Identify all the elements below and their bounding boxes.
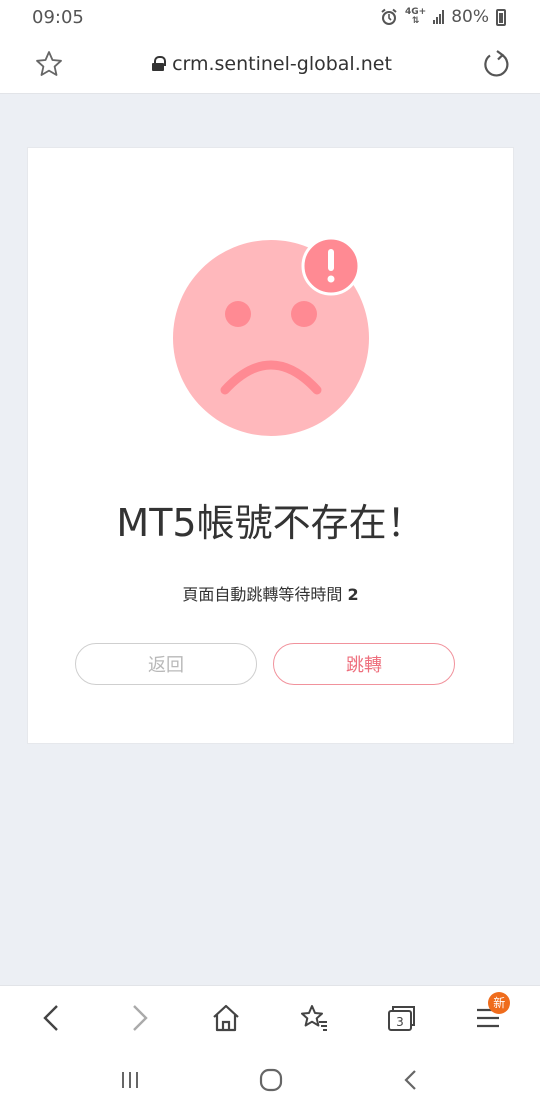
star-icon[interactable]	[34, 49, 64, 79]
redirect-button[interactable]: 跳轉	[273, 643, 455, 685]
sad-face-illustration	[173, 236, 373, 440]
status-bar: 09:05 4G+ ⇅ 80%	[0, 0, 540, 34]
alert-icon	[301, 236, 361, 296]
error-title: MT5帳號不存在！	[116, 501, 425, 545]
nav-forward-button[interactable]	[109, 988, 169, 1048]
signal-icon	[433, 10, 445, 24]
network-type: 4G+	[405, 7, 427, 17]
lock-icon	[152, 56, 167, 71]
nav-bookmarks-button[interactable]	[284, 988, 344, 1048]
countdown-value: 2	[347, 585, 359, 604]
url-text: crm.sentinel-global.net	[172, 52, 392, 75]
tabs-icon: 3	[387, 1005, 415, 1031]
bookmarks-icon	[300, 1004, 327, 1031]
back-button[interactable]: 返回	[75, 643, 257, 685]
network-icon: 4G+ ⇅	[405, 7, 427, 26]
alarm-icon	[381, 8, 397, 25]
nav-menu-button[interactable]: 新	[458, 988, 518, 1048]
reload-icon[interactable]	[480, 48, 512, 80]
nav-tabs-button[interactable]: 3	[371, 988, 431, 1048]
url-field[interactable]: crm.sentinel-global.net	[152, 53, 392, 75]
browser-address-bar: crm.sentinel-global.net	[0, 34, 540, 94]
forward-icon	[133, 1004, 148, 1031]
tabs-count: 3	[396, 1015, 404, 1029]
recents-icon[interactable]	[118, 1068, 142, 1092]
battery-icon	[496, 8, 506, 26]
back-chevron-icon[interactable]	[400, 1068, 422, 1092]
countdown-label: 頁面自動跳轉等待時間	[182, 585, 343, 604]
error-card: MT5帳號不存在！ 頁面自動跳轉等待時間 2 返回 跳轉	[27, 147, 514, 744]
home-circle-icon[interactable]	[258, 1067, 284, 1093]
back-icon	[42, 1004, 58, 1031]
system-nav-bar	[0, 1049, 540, 1110]
home-icon	[213, 1004, 240, 1031]
nav-home-button[interactable]	[196, 988, 256, 1048]
status-icons: 4G+ ⇅ 80%	[380, 7, 506, 27]
new-badge: 新	[488, 991, 511, 1014]
nav-back-button[interactable]	[22, 988, 82, 1048]
redirect-countdown: 頁面自動跳轉等待時間 2	[28, 581, 513, 605]
browser-bottom-nav: 3 新	[0, 985, 540, 1049]
battery-level: 80%	[451, 7, 489, 27]
status-time: 09:05	[32, 6, 84, 28]
